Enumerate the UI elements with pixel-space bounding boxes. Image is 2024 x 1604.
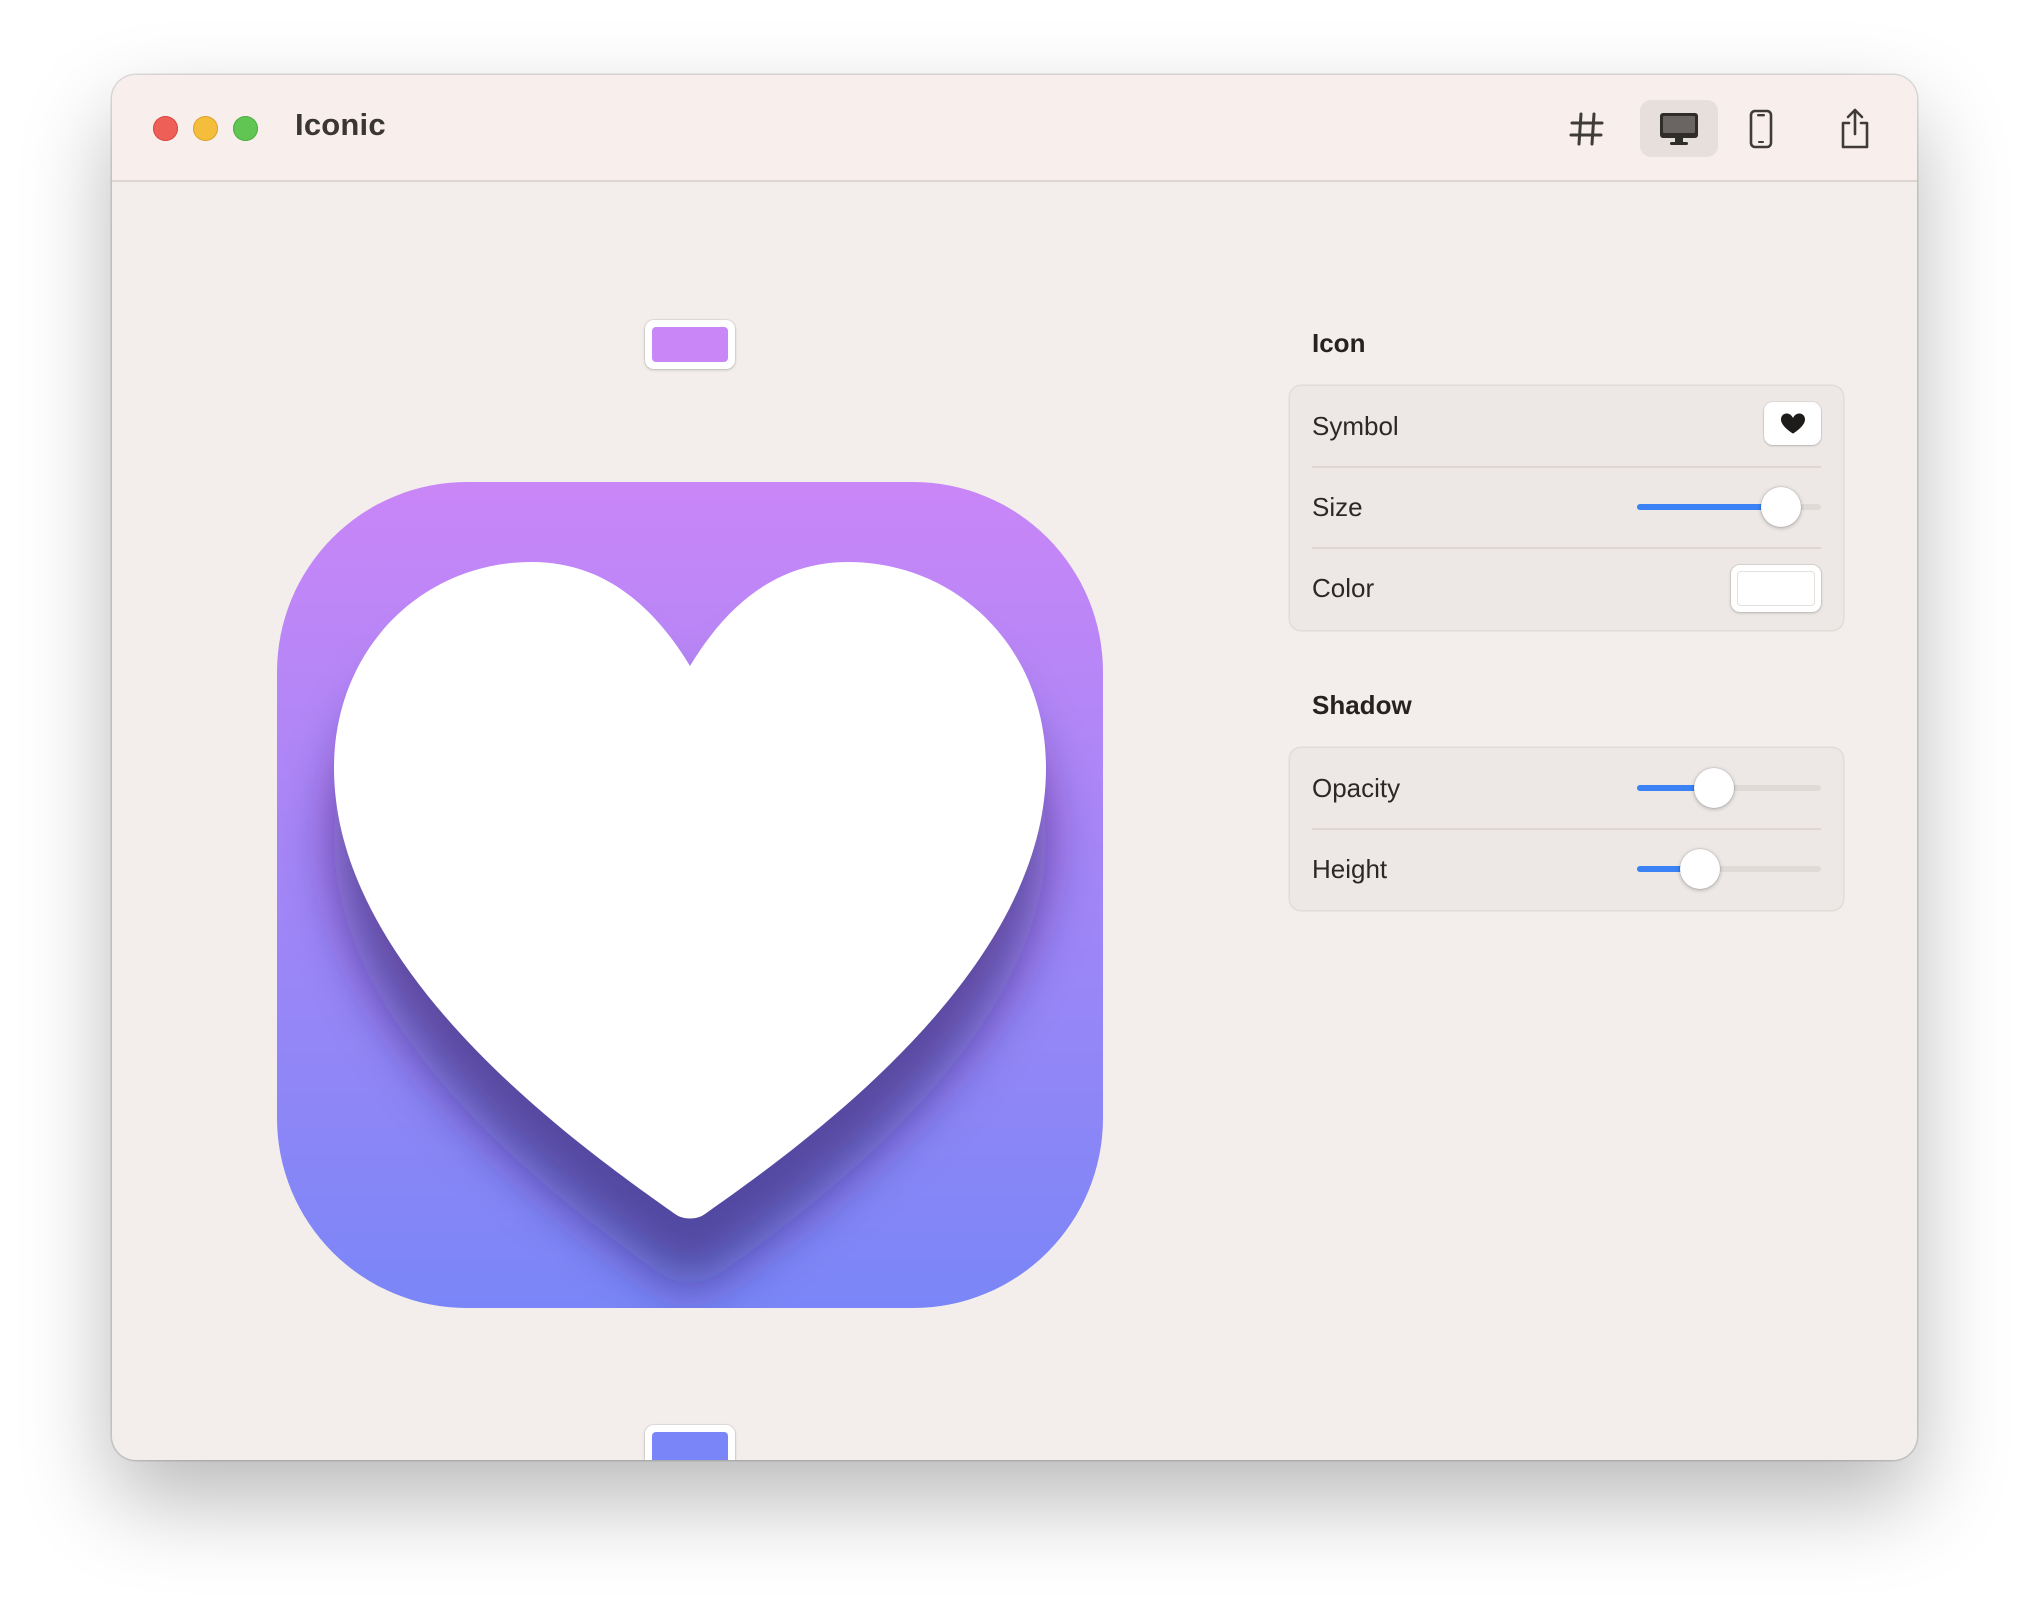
shadow-settings-group: Opacity Height [1290,748,1843,910]
minimize-window-button[interactable] [193,116,218,141]
desktop-preview-button[interactable] [1640,100,1718,157]
gradient-bottom-swatch [652,1432,728,1460]
gradient-top-swatch [652,327,728,362]
slider-track-fill [1637,504,1781,510]
desktop-icon [1660,112,1698,145]
title-bar: Iconic [112,75,1917,182]
height-row: Height [1312,829,1821,909]
icon-settings-group: Symbol Size Color [1290,386,1843,630]
size-row: Size [1312,467,1821,547]
slider-thumb[interactable] [1760,487,1801,527]
window-title: Iconic [295,107,386,142]
shadow-section-title: Shadow [1312,690,1412,720]
share-button[interactable] [1816,100,1894,157]
slider-thumb[interactable] [1694,768,1735,808]
opacity-row: Opacity [1312,748,1821,828]
symbol-label: Symbol [1312,410,1399,441]
symbol-color-swatch [1737,571,1815,606]
share-icon [1841,108,1869,148]
icon-background [277,482,1103,1308]
opacity-slider[interactable] [1637,748,1821,828]
symbol-picker-button[interactable] [1764,402,1821,445]
symbol-color-well[interactable] [1731,565,1821,612]
app-icon-preview [277,482,1103,1308]
slider-thumb[interactable] [1679,849,1720,889]
grid-toggle-button[interactable] [1548,100,1626,157]
grid-icon [1569,112,1604,145]
phone-icon [1749,109,1773,148]
height-label: Height [1312,853,1388,884]
close-window-button[interactable] [153,116,178,141]
heart-icon [1780,413,1805,433]
zoom-window-button[interactable] [233,116,258,141]
phone-preview-button[interactable] [1722,100,1800,157]
size-label: Size [1312,491,1363,522]
opacity-label: Opacity [1312,772,1401,803]
color-label: Color [1312,572,1375,603]
size-slider[interactable] [1637,467,1821,547]
icon-canvas [112,182,1272,1460]
icon-section-title: Icon [1312,328,1366,358]
gradient-bottom-color-well[interactable] [645,1425,735,1460]
gradient-top-color-well[interactable] [645,320,735,369]
height-slider[interactable] [1637,829,1821,909]
symbol-row: Symbol [1312,386,1821,466]
color-row: Color [1312,548,1821,628]
app-window: Iconic Icon Symbol Size Color Shadow Opa… [112,75,1917,1460]
